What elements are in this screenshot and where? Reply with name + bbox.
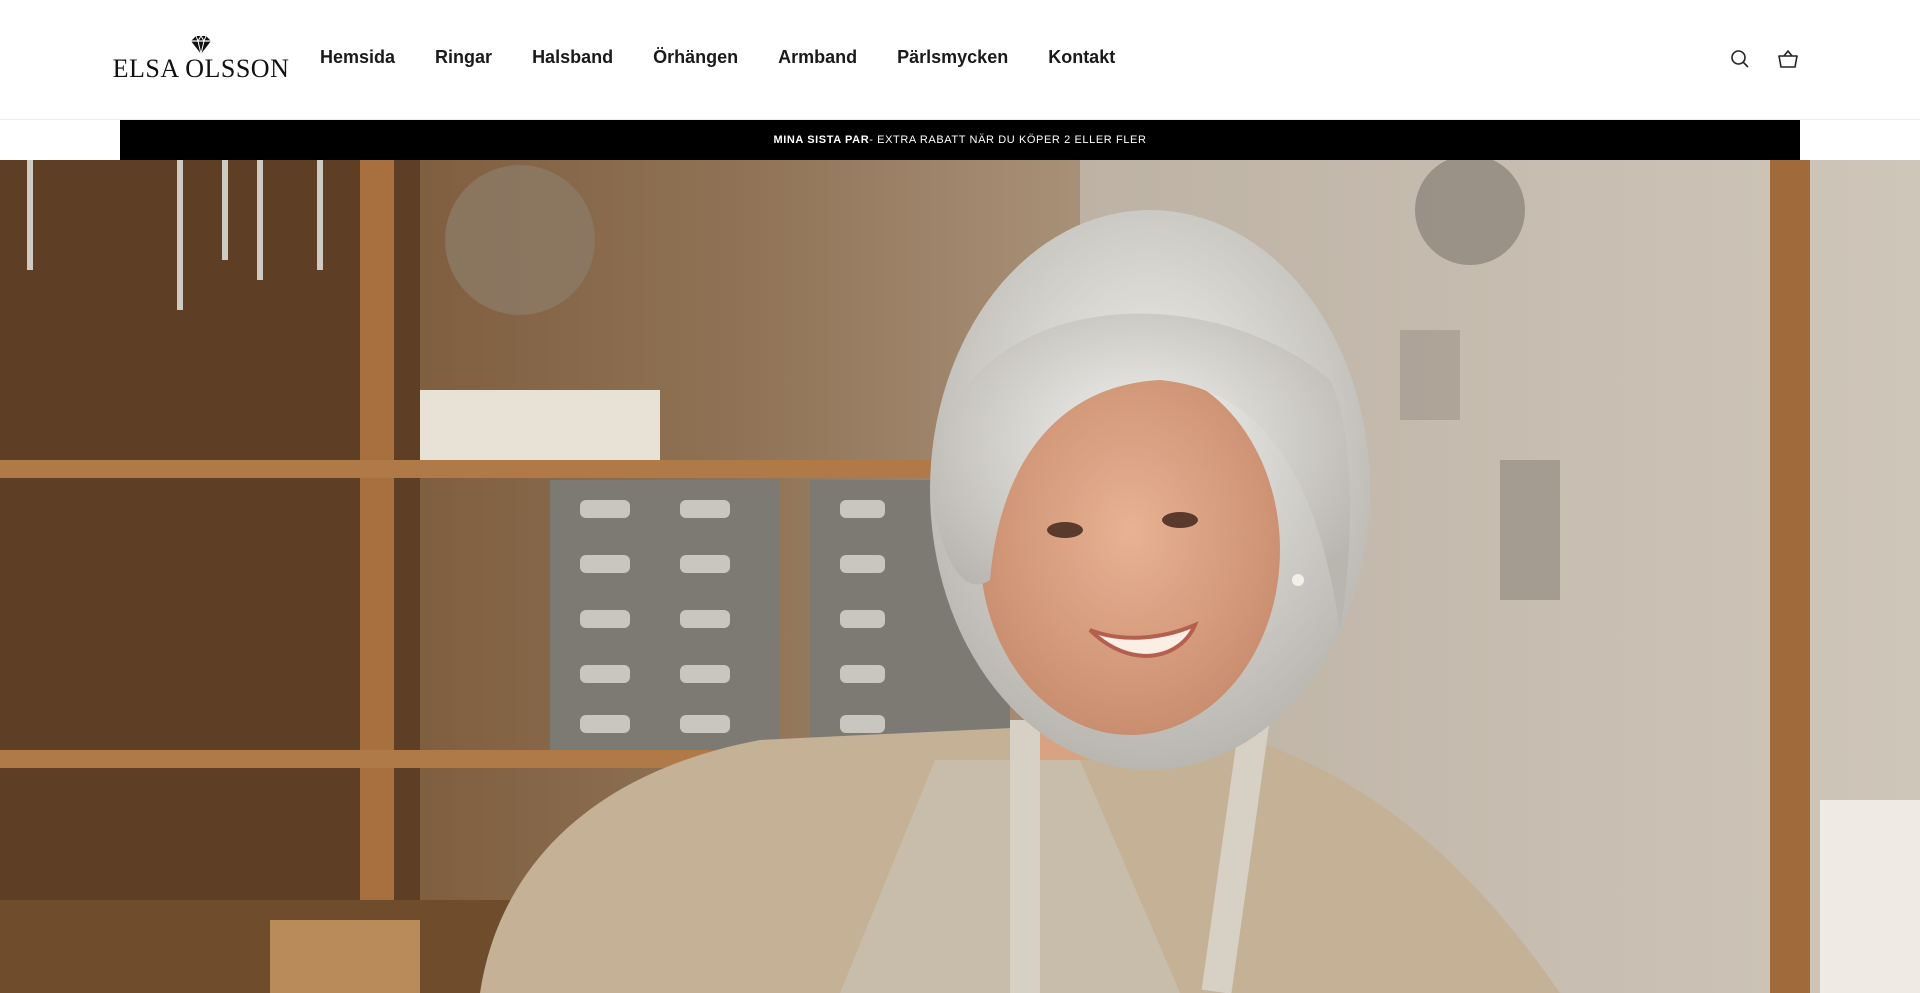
nav-item-parlsmycken[interactable]: Pärlsmycken [897, 47, 1008, 68]
hero-photo-illustration [0, 160, 1920, 993]
header-actions [1728, 47, 1800, 71]
nav-item-kontakt[interactable]: Kontakt [1048, 47, 1115, 68]
site-header: ELSA OLSSON Hemsida Ringar Halsband Örhä… [0, 0, 1920, 120]
hero-image [0, 160, 1920, 993]
announcement-bar: MINA SISTA PAR - EXTRA RABATT NÄR DU KÖP… [120, 120, 1800, 160]
diamond-icon [191, 35, 211, 55]
nav-item-ringar[interactable]: Ringar [435, 47, 492, 68]
announcement-text: - EXTRA RABATT NÄR DU KÖPER 2 ELLER FLER [869, 134, 1147, 146]
main-nav: Hemsida Ringar Halsband Örhängen Armband… [320, 47, 1115, 68]
nav-item-hemsida[interactable]: Hemsida [320, 47, 395, 68]
shopping-basket-icon[interactable] [1776, 47, 1800, 71]
announcement-highlight: MINA SISTA PAR [773, 134, 870, 146]
brand-name: ELSA OLSSON [112, 54, 290, 83]
nav-item-armband[interactable]: Armband [778, 47, 857, 68]
search-icon[interactable] [1728, 47, 1752, 71]
brand-logo[interactable]: ELSA OLSSON [113, 34, 289, 82]
nav-item-halsband[interactable]: Halsband [532, 47, 613, 68]
nav-item-orhangen[interactable]: Örhängen [653, 47, 738, 68]
